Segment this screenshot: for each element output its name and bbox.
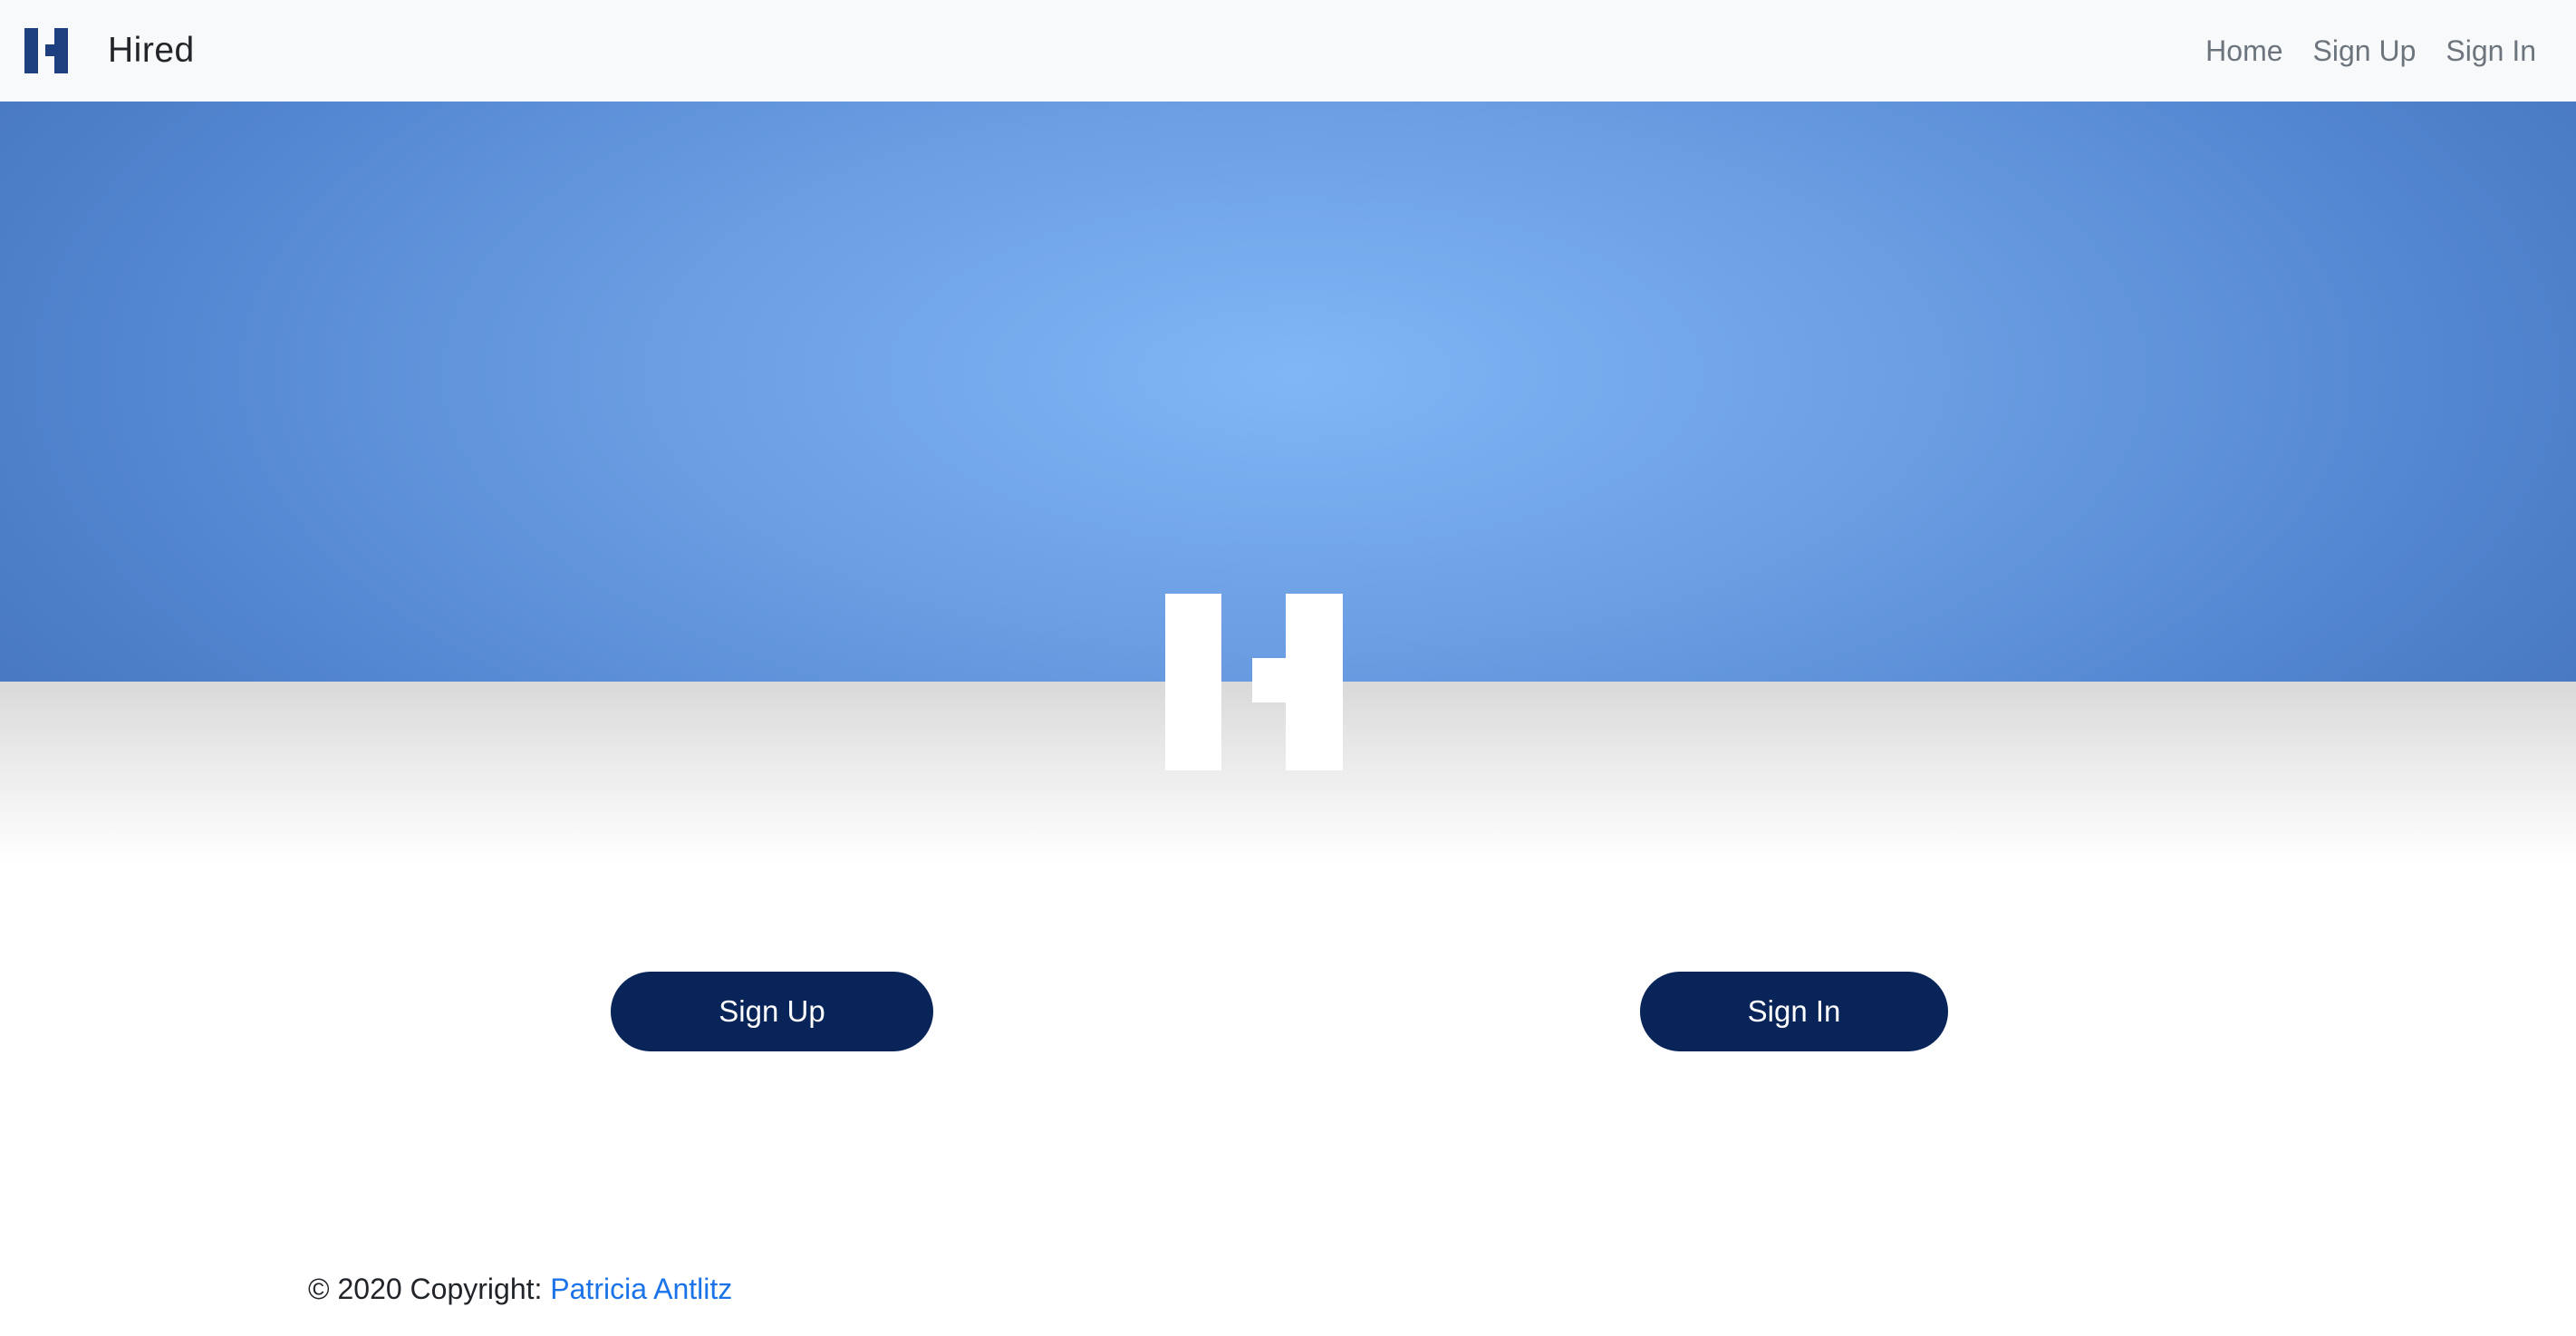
landing-page: Hired Home Sign Up Sign In Sign Up Sign … bbox=[0, 0, 2576, 1336]
hero-logo-icon bbox=[1165, 594, 1343, 770]
nav-link-sign-up[interactable]: Sign Up bbox=[2313, 34, 2417, 68]
nav-links: Home Sign Up Sign In bbox=[2205, 0, 2536, 102]
sign-up-button[interactable]: Sign Up bbox=[611, 972, 933, 1051]
navbar: Hired Home Sign Up Sign In bbox=[0, 0, 2576, 102]
brand-link[interactable]: Hired bbox=[24, 0, 195, 102]
author-link[interactable]: Patricia Antlitz bbox=[550, 1273, 732, 1305]
sign-in-button[interactable]: Sign In bbox=[1640, 972, 1948, 1051]
hired-logo-icon bbox=[24, 28, 68, 73]
brand-name: Hired bbox=[108, 31, 195, 70]
copyright-text: © 2020 Copyright: bbox=[308, 1273, 543, 1305]
nav-link-home[interactable]: Home bbox=[2205, 34, 2282, 68]
footer: © 2020 Copyright: Patricia Antlitz bbox=[308, 1273, 732, 1306]
nav-link-sign-in[interactable]: Sign In bbox=[2446, 34, 2536, 68]
